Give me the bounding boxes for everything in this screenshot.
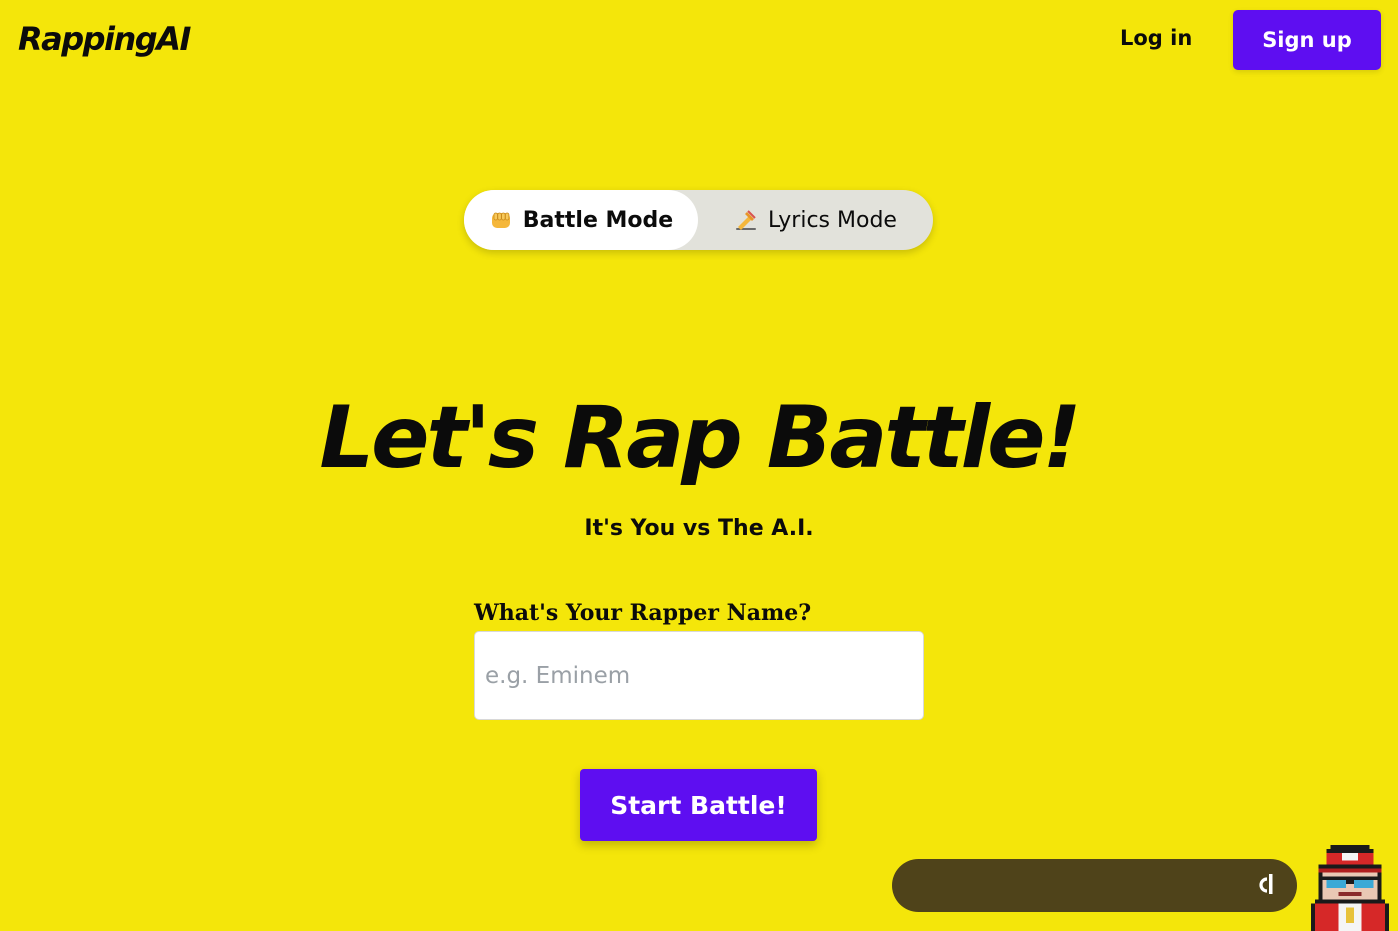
- start-battle-label: Start Battle!: [610, 790, 787, 820]
- page-subtitle: It's You vs The A.I.: [584, 516, 814, 541]
- page: RappingAI Log in Sign up Battle Mode Lyr…: [0, 0, 1398, 931]
- rapper-name-label: What's Your Rapper Name?: [474, 600, 812, 626]
- writing-hand-icon: [736, 210, 757, 230]
- battle-mode-label: Battle Mode: [522, 207, 674, 233]
- lyrics-mode-label: Lyrics Mode: [768, 207, 897, 233]
- chat-logo-icon: [1259, 874, 1273, 894]
- login-link[interactable]: Log in: [1120, 26, 1192, 50]
- signup-button-label: Sign up: [1262, 28, 1352, 52]
- lyrics-mode-tab[interactable]: Lyrics Mode: [698, 190, 933, 250]
- fist-bump-icon: [491, 212, 510, 228]
- battle-mode-tab[interactable]: Battle Mode: [464, 190, 698, 250]
- signup-button[interactable]: Sign up: [1233, 10, 1381, 70]
- page-title: Let's Rap Battle!: [319, 388, 1081, 488]
- logo[interactable]: RappingAI: [18, 20, 191, 58]
- pixel-rapper-mascot-icon[interactable]: [1302, 845, 1398, 931]
- mode-toggle: Battle Mode Lyrics Mode: [464, 190, 933, 250]
- rapper-name-input[interactable]: [474, 631, 924, 720]
- chat-widget-bar[interactable]: [892, 859, 1297, 912]
- start-battle-button[interactable]: Start Battle!: [580, 769, 817, 841]
